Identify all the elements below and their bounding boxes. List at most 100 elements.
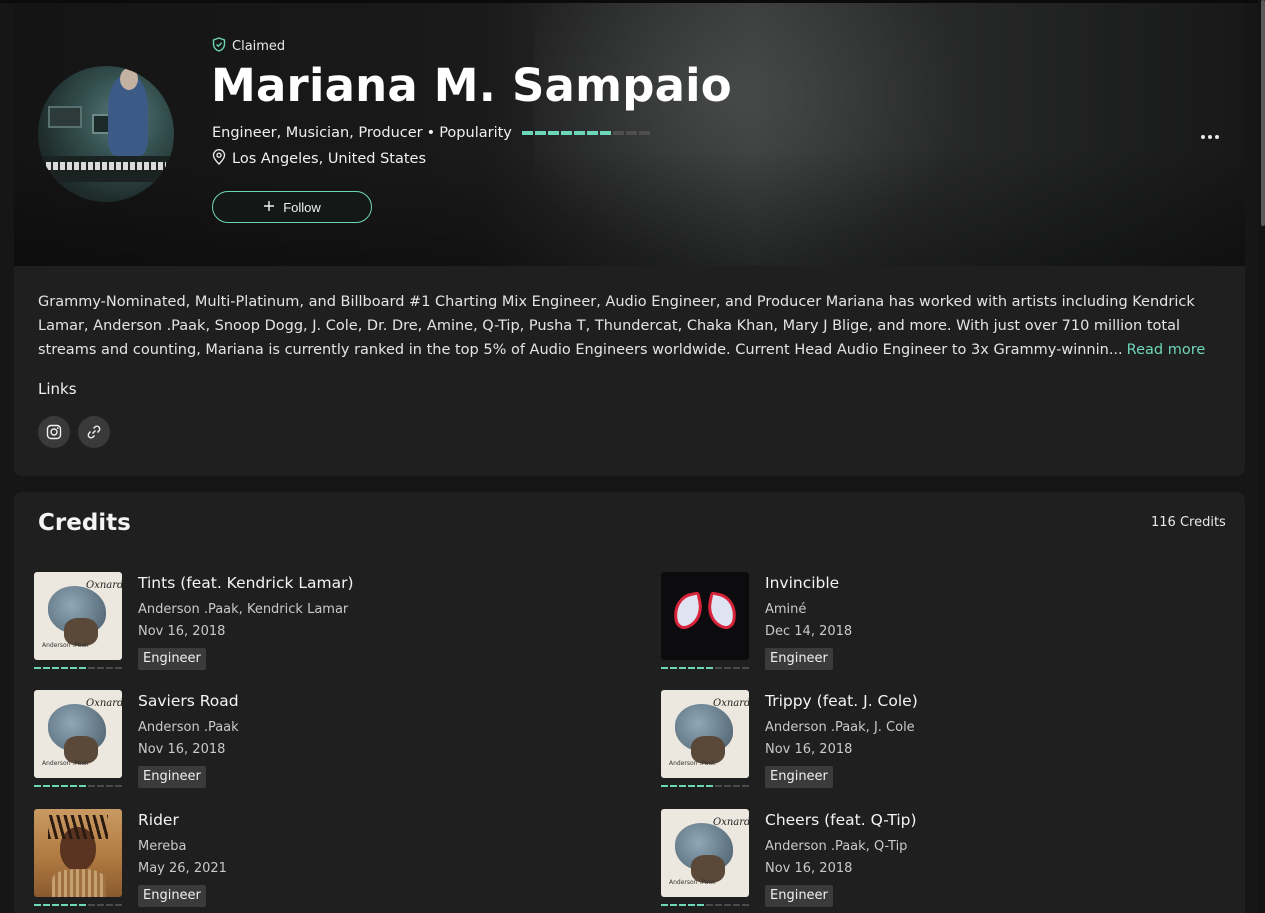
- credit-artists[interactable]: Anderson .Paak, J. Cole: [765, 720, 915, 735]
- credit-date: Nov 16, 2018: [765, 742, 853, 757]
- credit-item[interactable]: Oxnard Anderson .Paak Cheers (feat. Q-Tip…: [661, 809, 1181, 909]
- popularity-segment: [733, 667, 740, 669]
- album-cover[interactable]: Oxnard Anderson .Paak: [34, 690, 122, 778]
- credit-popularity-meter: [661, 785, 749, 787]
- popularity-segment: [52, 785, 59, 787]
- credit-title[interactable]: Saviers Road: [138, 692, 239, 710]
- popularity-segment: [638, 131, 650, 135]
- credit-artists[interactable]: Anderson .Paak, Q-Tip: [765, 839, 907, 854]
- popularity-segment: [43, 667, 50, 669]
- popularity-segment: [670, 785, 677, 787]
- credit-role-tag: Engineer: [765, 648, 833, 670]
- credit-item[interactable]: Oxnard Anderson .Paak Tints (feat. Kendri…: [34, 572, 554, 672]
- popularity-segment: [88, 785, 95, 787]
- location-pin-icon: [212, 149, 226, 169]
- credit-popularity-meter: [34, 785, 122, 787]
- credit-date: Dec 14, 2018: [765, 624, 853, 639]
- popularity-segment: [697, 667, 704, 669]
- credit-title[interactable]: Cheers (feat. Q-Tip): [765, 811, 917, 829]
- album-cover[interactable]: Oxnard Anderson .Paak: [661, 690, 749, 778]
- popularity-segment: [688, 785, 695, 787]
- credits-title: Credits: [38, 510, 131, 536]
- popularity-segment: [52, 667, 59, 669]
- popularity-segment: [586, 131, 598, 135]
- popularity-segment: [115, 785, 122, 787]
- popularity-segment: [697, 904, 704, 906]
- credit-artists[interactable]: Anderson .Paak, Kendrick Lamar: [138, 602, 348, 617]
- scrollbar-thumb[interactable]: [1261, 0, 1265, 226]
- popularity-segment: [106, 785, 113, 787]
- popularity-segment: [706, 667, 713, 669]
- about-card: Grammy-Nominated, Multi-Platinum, and Bi…: [14, 266, 1245, 476]
- credit-artists[interactable]: Aminé: [765, 602, 806, 617]
- credit-title[interactable]: Trippy (feat. J. Cole): [765, 692, 918, 710]
- read-more-link[interactable]: Read more: [1127, 342, 1206, 358]
- credit-artists[interactable]: Mereba: [138, 839, 187, 854]
- popularity-segment: [742, 785, 749, 787]
- avatar: [38, 66, 174, 202]
- popularity-segment: [106, 667, 113, 669]
- credit-item[interactable]: Rider Mereba May 26, 2021 Engineer: [34, 809, 554, 909]
- popularity-segment: [688, 904, 695, 906]
- popularity-segment: [688, 667, 695, 669]
- credit-item[interactable]: Oxnard Anderson .Paak Trippy (feat. J. Co…: [661, 690, 1181, 790]
- popularity-segment: [88, 904, 95, 906]
- credit-title[interactable]: Tints (feat. Kendrick Lamar): [138, 574, 354, 592]
- popularity-segment: [547, 131, 559, 135]
- location-text: Los Angeles, United States: [232, 151, 427, 167]
- credit-popularity-meter: [661, 667, 749, 669]
- shield-check-icon: [212, 37, 226, 56]
- credit-role-tag: Engineer: [138, 648, 206, 670]
- credit-role-tag: Engineer: [765, 766, 833, 788]
- popularity-segment: [106, 904, 113, 906]
- popularity-segment: [88, 667, 95, 669]
- popularity-segment: [534, 131, 546, 135]
- popularity-segment: [724, 904, 731, 906]
- credit-item[interactable]: Invincible Aminé Dec 14, 2018 Engineer: [661, 572, 1181, 672]
- popularity-segment: [706, 785, 713, 787]
- bio: Grammy-Nominated, Multi-Platinum, and Bi…: [38, 290, 1222, 362]
- popularity-segment: [715, 667, 722, 669]
- popularity-segment: [61, 667, 68, 669]
- credit-role-tag: Engineer: [138, 766, 206, 788]
- roles-text: Engineer, Musician, Producer: [212, 125, 423, 141]
- credit-popularity-meter: [34, 667, 122, 669]
- album-cover[interactable]: [34, 809, 122, 897]
- credit-title[interactable]: Invincible: [765, 574, 839, 592]
- popularity-segment: [34, 785, 41, 787]
- popularity-segment: [52, 904, 59, 906]
- popularity-segment: [733, 785, 740, 787]
- popularity-segment: [715, 904, 722, 906]
- popularity-segment: [679, 904, 686, 906]
- more-options-icon[interactable]: [1195, 127, 1225, 147]
- popularity-segment: [670, 667, 677, 669]
- claimed-badge: Claimed: [212, 37, 285, 56]
- credit-title[interactable]: Rider: [138, 811, 179, 829]
- popularity-segment: [79, 667, 86, 669]
- popularity-segment: [115, 904, 122, 906]
- popularity-segment: [70, 904, 77, 906]
- instagram-icon[interactable]: [38, 416, 70, 448]
- credit-popularity-meter: [34, 904, 122, 906]
- popularity-segment: [115, 667, 122, 669]
- album-cover[interactable]: [661, 572, 749, 660]
- bio-text: Grammy-Nominated, Multi-Platinum, and Bi…: [38, 294, 1195, 358]
- popularity-segment: [661, 785, 668, 787]
- links-title: Links: [38, 380, 77, 398]
- credit-artists[interactable]: Anderson .Paak: [138, 720, 239, 735]
- separator: •: [426, 125, 436, 141]
- credit-date: Nov 16, 2018: [765, 861, 853, 876]
- popularity-segment: [34, 667, 41, 669]
- popularity-segment: [97, 904, 104, 906]
- album-cover[interactable]: Oxnard Anderson .Paak: [34, 572, 122, 660]
- popularity-segment: [679, 785, 686, 787]
- follow-button[interactable]: Follow: [212, 191, 372, 223]
- popularity-segment: [573, 131, 585, 135]
- popularity-segment: [599, 131, 611, 135]
- album-cover[interactable]: Oxnard Anderson .Paak: [661, 809, 749, 897]
- credit-role-tag: Engineer: [765, 885, 833, 907]
- location: Los Angeles, United States: [212, 149, 426, 169]
- website-link-icon[interactable]: [78, 416, 110, 448]
- popularity-segment: [79, 904, 86, 906]
- credit-item[interactable]: Oxnard Anderson .Paak Saviers Road Anders…: [34, 690, 554, 790]
